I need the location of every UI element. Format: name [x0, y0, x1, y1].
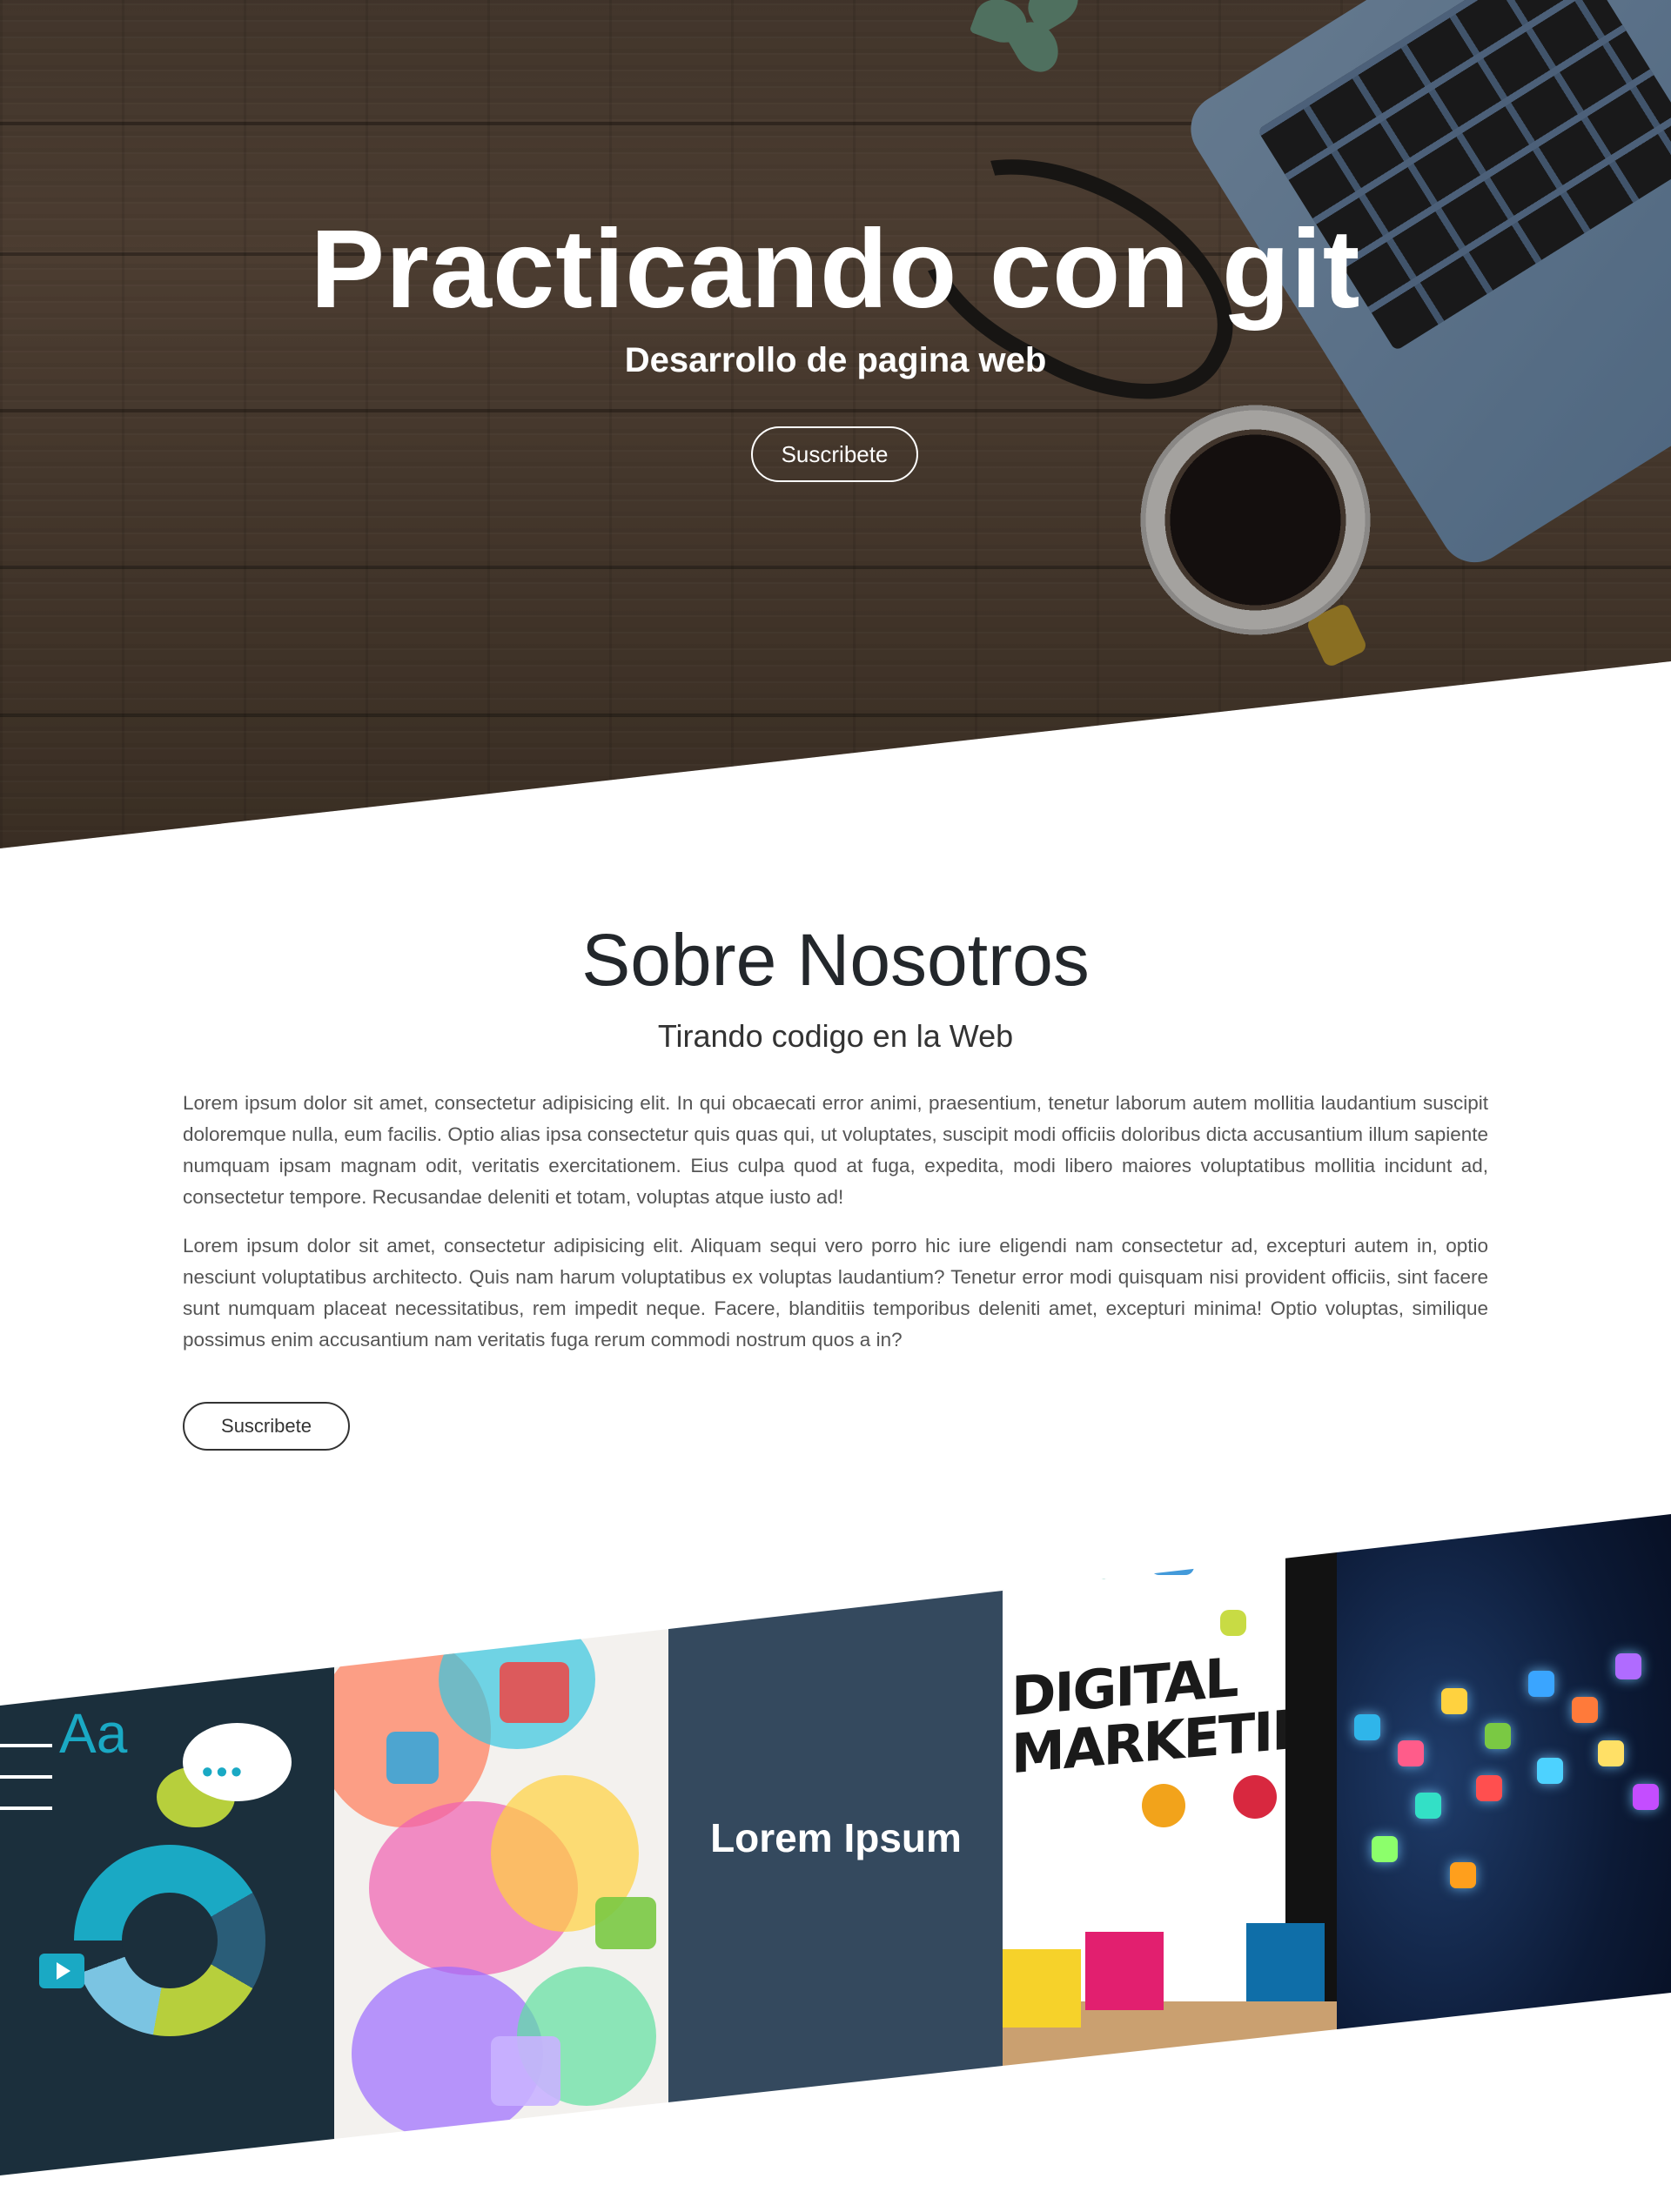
- image-gallery: Aa ••• Lorem Ipsum DIGITAL MARKETING: [0, 1514, 1671, 2175]
- about-subscribe-button[interactable]: Suscribete: [183, 1402, 350, 1451]
- ring-chart-icon: [74, 1845, 265, 2036]
- play-icon: [39, 1954, 84, 1988]
- about-subtitle: Tirando codigo en la Web: [657, 1018, 1014, 1054]
- aa-typography-icon: Aa: [59, 1702, 128, 1765]
- gallery-center-label: Lorem Ipsum: [710, 1815, 962, 1860]
- hero-subtitle: Desarrollo de pagina web: [624, 341, 1047, 379]
- hero-section: Practicando con git Desarrollo de pagina…: [0, 0, 1671, 848]
- about-paragraph-1: Lorem ipsum dolor sit amet, consectetur …: [183, 1092, 1488, 1208]
- gallery-image-social-media: Aa •••: [0, 1514, 335, 2175]
- hero-title: Practicando con git: [310, 207, 1361, 332]
- about-paragraph-2: Lorem ipsum dolor sit amet, consectetur …: [183, 1235, 1488, 1351]
- gallery-image-marketing-sketch: [334, 1514, 669, 2175]
- gallery-image-digital-marketing: DIGITAL MARKETING: [1003, 1514, 1338, 2175]
- gallery-image-app-icons: [1337, 1514, 1671, 2175]
- gallery-center-panel: Lorem Ipsum: [668, 1514, 1003, 2175]
- chat-dots-icon: •••: [202, 1753, 245, 1789]
- about-title: Sobre Nosotros: [581, 919, 1090, 1001]
- hero-subscribe-button[interactable]: Suscribete: [751, 426, 918, 482]
